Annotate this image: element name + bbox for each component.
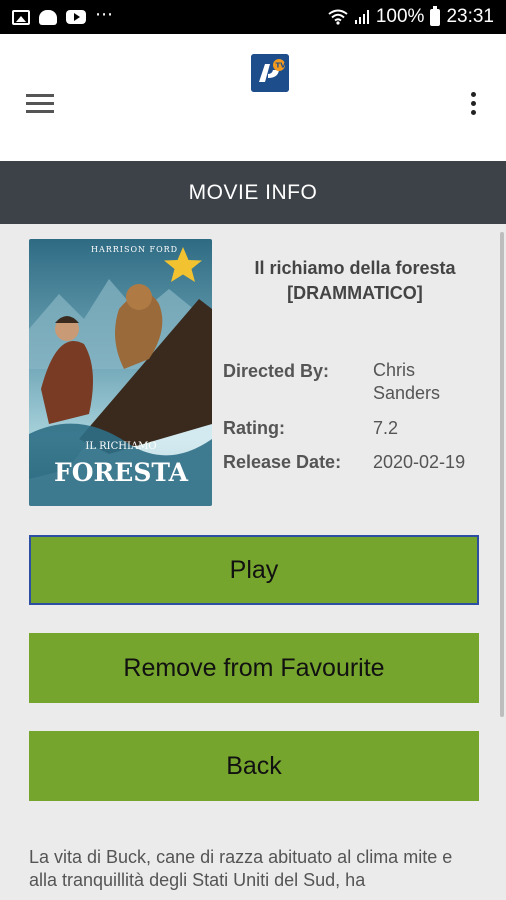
app-bar: TV <box>0 34 506 161</box>
play-button[interactable]: Play <box>29 535 479 605</box>
poster-title-small: IL RICHIAMO <box>85 441 156 452</box>
directed-by-value: Chris Sanders <box>373 360 441 403</box>
back-button[interactable]: Back <box>29 731 479 801</box>
status-bar: ⋯ 100% 23:31 <box>0 0 506 34</box>
system-status: 100% 23:31 <box>328 5 494 28</box>
clock: 23:31 <box>446 6 494 27</box>
remove-favourite-button[interactable]: Remove from Favourite <box>29 633 479 703</box>
poster-actor-text: HARRISON FORD <box>91 245 178 254</box>
overflow-menu-icon[interactable] <box>466 92 480 118</box>
logo-mark-icon: TV <box>251 54 289 92</box>
page-title: MOVIE INFO <box>0 161 506 224</box>
menu-icon[interactable] <box>26 94 54 114</box>
battery-percent: 100% <box>375 6 425 27</box>
wifi-icon <box>328 9 348 25</box>
release-date-label: Release Date: <box>223 452 342 472</box>
movie-title: Il richiamo della foresta [DRAMMATICO] <box>254 258 456 303</box>
svg-text:TV: TV <box>276 62 287 70</box>
android-icon <box>39 9 57 25</box>
release-date-value: 2020-02-19 <box>373 452 466 472</box>
poster-title-large: FORESTA <box>54 458 189 487</box>
rating-label: Rating: <box>223 418 285 438</box>
signal-icon <box>354 10 369 24</box>
rating-value: 7.2 <box>373 418 399 438</box>
youtube-icon <box>66 10 86 24</box>
directed-by-label: Directed By: <box>223 361 330 381</box>
movie-poster: HARRISON FORD IL RICHIAMO FORESTA <box>29 239 212 506</box>
notification-icons: ⋯ <box>12 5 114 25</box>
more-notifications-icon: ⋯ <box>95 4 114 24</box>
movie-description: La vita di Buck, cane di razza abituato … <box>29 847 453 890</box>
movie-info-content: HARRISON FORD IL RICHIAMO FORESTA Il ric… <box>0 224 506 900</box>
scrollbar[interactable] <box>500 232 504 717</box>
battery-icon <box>430 5 441 26</box>
image-icon <box>12 9 30 25</box>
app-logo: TV <box>251 54 289 92</box>
